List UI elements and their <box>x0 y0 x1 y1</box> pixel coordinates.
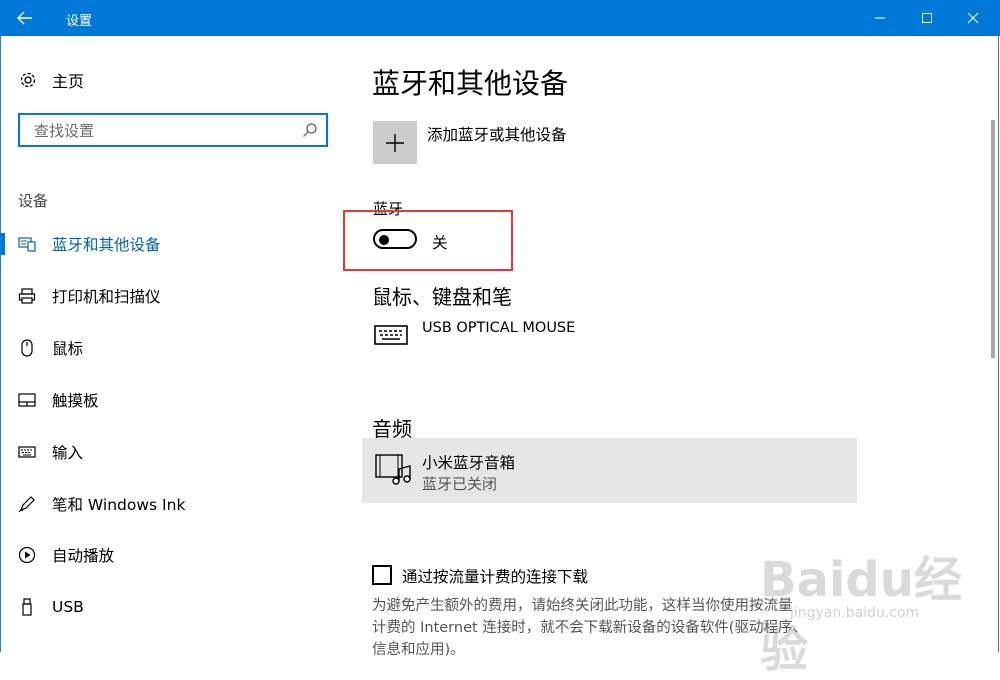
bluetooth-devices-icon <box>18 235 36 253</box>
keyboard-device-icon <box>373 318 409 352</box>
sidebar-item-printers[interactable]: 打印机和扫描仪 <box>18 284 161 308</box>
sidebar-item-label: 鼠标 <box>52 340 84 358</box>
input-device-name[interactable]: USB OPTICAL MOUSE <box>422 320 575 336</box>
sidebar-item-label: 自动播放 <box>52 547 115 565</box>
printer-icon <box>18 287 36 305</box>
nav-home-label: 主页 <box>52 72 85 91</box>
mouse-icon <box>18 339 36 357</box>
metered-download-label[interactable]: 通过按流量计费的连接下载 <box>402 565 588 587</box>
sidebar-section-label: 设备 <box>18 192 49 210</box>
scrollbar-thumb[interactable] <box>991 120 995 358</box>
highlight-box <box>343 210 513 271</box>
minimize-button[interactable] <box>857 0 903 36</box>
sidebar-item-bluetooth[interactable]: 蓝牙和其他设备 <box>18 232 161 256</box>
sidebar-item-usb[interactable]: USB <box>18 595 84 619</box>
usb-icon <box>18 598 36 616</box>
autoplay-icon <box>18 546 36 564</box>
plus-icon <box>386 133 404 152</box>
sidebar-item-autoplay[interactable]: 自动播放 <box>18 543 114 567</box>
add-device-button[interactable] <box>373 121 417 164</box>
window-title: 设置 <box>66 14 93 29</box>
watermark-url: jingyan.baidu.com <box>790 605 920 621</box>
active-indicator <box>0 233 5 255</box>
close-button[interactable] <box>950 0 996 36</box>
back-button[interactable] <box>0 0 50 36</box>
sidebar-item-label: USB <box>52 598 84 616</box>
maximize-icon <box>922 13 932 23</box>
sidebar-item-label: 触摸板 <box>52 392 99 410</box>
close-icon <box>967 12 979 24</box>
add-device-label[interactable]: 添加蓝牙或其他设备 <box>427 123 567 145</box>
sidebar-item-label: 蓝牙和其他设备 <box>52 236 161 254</box>
audio-device-name: 小米蓝牙音箱 <box>422 454 516 472</box>
sidebar-item-typing[interactable]: 输入 <box>18 440 83 464</box>
keyboard-icon <box>18 443 36 461</box>
minimize-icon <box>875 17 885 19</box>
nav-home[interactable]: 主页 <box>18 68 84 92</box>
sidebar-item-mouse[interactable]: 鼠标 <box>18 336 83 360</box>
back-arrow-icon <box>17 11 32 25</box>
search-input[interactable] <box>32 120 296 142</box>
section-title-input-devices: 鼠标、键盘和笔 <box>372 285 512 309</box>
audio-device-status: 蓝牙已关闭 <box>422 475 498 493</box>
page-title: 蓝牙和其他设备 <box>372 67 569 100</box>
sidebar-item-label: 输入 <box>52 444 84 462</box>
sidebar-item-label: 打印机和扫描仪 <box>52 288 161 306</box>
pen-icon <box>18 495 36 513</box>
touchpad-icon <box>18 391 36 409</box>
sidebar-item-pen[interactable]: 笔和 Windows Ink <box>18 492 185 516</box>
title-bar: 设置 <box>0 0 1000 36</box>
speaker-device-icon <box>374 453 412 491</box>
sidebar-item-label: 笔和 Windows Ink <box>52 496 186 514</box>
search-box[interactable] <box>18 113 328 147</box>
audio-device-card[interactable]: 小米蓝牙音箱 蓝牙已关闭 <box>362 438 857 503</box>
gear-icon <box>18 70 38 90</box>
search-icon[interactable] <box>302 122 318 142</box>
maximize-button[interactable] <box>904 0 950 36</box>
sidebar-item-touchpad[interactable]: 触摸板 <box>18 388 99 412</box>
metered-download-checkbox[interactable] <box>372 565 392 585</box>
